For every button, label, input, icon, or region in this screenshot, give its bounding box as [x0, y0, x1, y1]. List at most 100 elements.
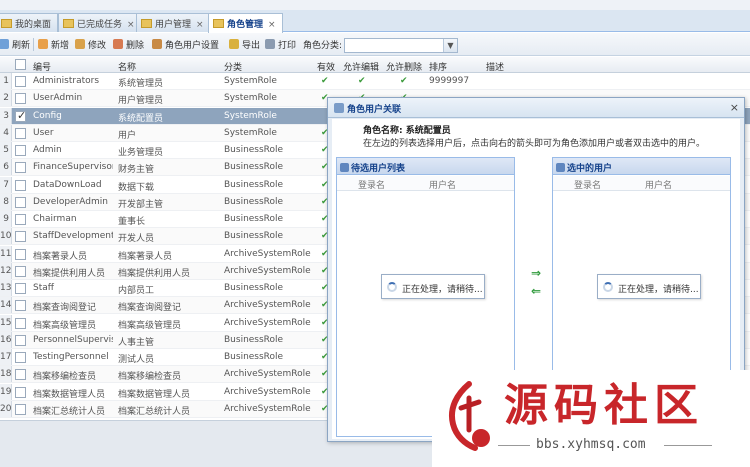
users-icon: [334, 103, 344, 113]
edit-icon: [75, 39, 85, 49]
row-checkbox[interactable]: [15, 403, 26, 415]
edit-button[interactable]: 修改: [75, 38, 106, 51]
cell-category: BusinessRole: [224, 214, 284, 224]
row-number: 8: [0, 193, 12, 210]
desktop-icon: [1, 19, 12, 28]
close-icon[interactable]: ×: [127, 20, 135, 30]
row-checkbox[interactable]: [15, 300, 26, 312]
row-checkbox[interactable]: [15, 162, 26, 174]
panel-header: 选中的用户: [553, 158, 730, 175]
cell-code: Config: [33, 110, 62, 121]
dialog-header: 角色用户关联 ×: [328, 98, 744, 118]
folder-icon: [141, 19, 152, 28]
col-header-category[interactable]: 分类: [224, 60, 242, 73]
cell-category: ArchiveSystemRole: [224, 403, 311, 414]
col-header-username[interactable]: 用户名: [429, 178, 456, 191]
row-number: 10: [0, 228, 12, 245]
row-number: 20: [0, 400, 12, 417]
cell-code: DeveloperAdmin: [33, 196, 108, 207]
row-number: 5: [0, 142, 12, 159]
divider: [498, 445, 530, 446]
tab-completed-tasks[interactable]: 已完成任务 ×: [58, 13, 142, 32]
row-checkbox[interactable]: [15, 317, 26, 329]
cell-name: 董事长: [118, 217, 146, 227]
cell-name: 用户: [118, 130, 137, 141]
col-header-enabled[interactable]: 有效: [317, 60, 335, 73]
cell-name: 用户管理员: [118, 96, 164, 107]
folder-icon: [213, 19, 224, 28]
cell-category: SystemRole: [224, 93, 277, 104]
row-checkbox[interactable]: [15, 265, 26, 277]
users-icon: [152, 39, 162, 49]
category-select[interactable]: ▼: [344, 38, 458, 53]
cell-category: BusinessRole: [224, 283, 284, 293]
separator: [33, 38, 34, 51]
col-header-login[interactable]: 登录名: [574, 178, 601, 191]
print-button[interactable]: 打印: [265, 38, 296, 51]
panel-title: 待选用户列表: [340, 161, 405, 174]
watermark: 源码社区 bbs.xyhmsq.com: [432, 370, 750, 467]
col-header-username[interactable]: 用户名: [645, 178, 672, 191]
refresh-button[interactable]: 刷新: [0, 38, 30, 51]
cell-name: 人事主管: [118, 337, 155, 348]
role-name: 角色名称: 系统配置员: [363, 126, 451, 136]
row-checkbox[interactable]: [15, 196, 26, 208]
col-header-allow-edit[interactable]: 允许编辑: [343, 60, 379, 73]
export-button[interactable]: 导出: [229, 38, 260, 51]
cell-name: 档案查询阅登记: [118, 303, 182, 314]
col-header-login[interactable]: 登录名: [358, 178, 385, 191]
cell-name: 档案汇总统计人员: [118, 406, 191, 417]
remove-user-arrow-icon[interactable]: ⇐: [531, 284, 541, 298]
row-checkbox[interactable]: [15, 145, 26, 156]
role-user-settings-button[interactable]: 角色用户设置: [152, 38, 219, 51]
cell-name: 财务主管: [118, 165, 155, 176]
delete-button[interactable]: 删除: [113, 38, 144, 51]
row-checkbox[interactable]: [15, 352, 26, 363]
row-checkbox[interactable]: [15, 93, 26, 105]
cell-code: DataDownLoad: [33, 179, 102, 190]
table-row[interactable]: 1 Administrators 系统管理员 SystemRole ✔ ✔ ✔ 9999997: [0, 73, 750, 91]
row-checkbox[interactable]: [15, 248, 26, 260]
panel-columns: 登录名 用户名: [337, 176, 514, 191]
row-number: 6: [0, 159, 12, 176]
refresh-icon: [0, 39, 9, 49]
row-checkbox[interactable]: [15, 369, 26, 381]
row-checkbox[interactable]: [15, 334, 26, 346]
cell-name: 开发人员: [118, 234, 155, 245]
cell-name: 档案高级管理员: [118, 320, 182, 331]
row-checkbox[interactable]: [15, 214, 26, 225]
select-all-checkbox[interactable]: [15, 59, 26, 70]
col-header-allow-delete[interactable]: 允许删除: [386, 60, 422, 73]
cell-name: 系统管理员: [118, 79, 164, 89]
row-checkbox[interactable]: [15, 127, 26, 139]
chevron-down-icon[interactable]: ▼: [443, 39, 457, 52]
col-header-code[interactable]: 编号: [33, 60, 51, 73]
row-checkbox[interactable]: ✓: [15, 109, 26, 122]
row-checkbox[interactable]: [15, 386, 26, 398]
row-number: 11: [0, 245, 12, 262]
row-checkbox[interactable]: [15, 283, 26, 294]
close-icon[interactable]: ×: [268, 20, 276, 30]
cell-code: 档案汇总统计人员: [33, 406, 106, 417]
col-header-description[interactable]: 描述: [486, 60, 504, 73]
add-button[interactable]: 新增: [38, 38, 69, 51]
folder-icon: [63, 19, 74, 28]
col-header-name[interactable]: 名称: [118, 60, 136, 73]
cell-category: SystemRole: [224, 127, 277, 138]
tab-desktop[interactable]: 我的桌面: [0, 13, 59, 32]
col-header-sort[interactable]: 排序: [429, 60, 447, 73]
row-checkbox[interactable]: [15, 231, 26, 243]
close-icon[interactable]: ×: [730, 101, 739, 114]
spinner-icon: [603, 282, 613, 292]
row-checkbox[interactable]: [15, 76, 26, 87]
cell-code: 档案数据管理人员: [33, 389, 106, 400]
cell-category: BusinessRole: [224, 162, 284, 173]
add-user-arrow-icon[interactable]: ⇒: [531, 266, 541, 280]
tab-role-management[interactable]: 角色管理 ×: [208, 13, 283, 33]
row-number: 19: [0, 383, 12, 400]
close-icon[interactable]: ×: [196, 20, 204, 30]
row-checkbox[interactable]: [15, 179, 26, 191]
cell-allow-delete: ✔: [400, 76, 408, 86]
cell-category: BusinessRole: [224, 352, 284, 362]
tab-user-management[interactable]: 用户管理 ×: [136, 13, 211, 32]
